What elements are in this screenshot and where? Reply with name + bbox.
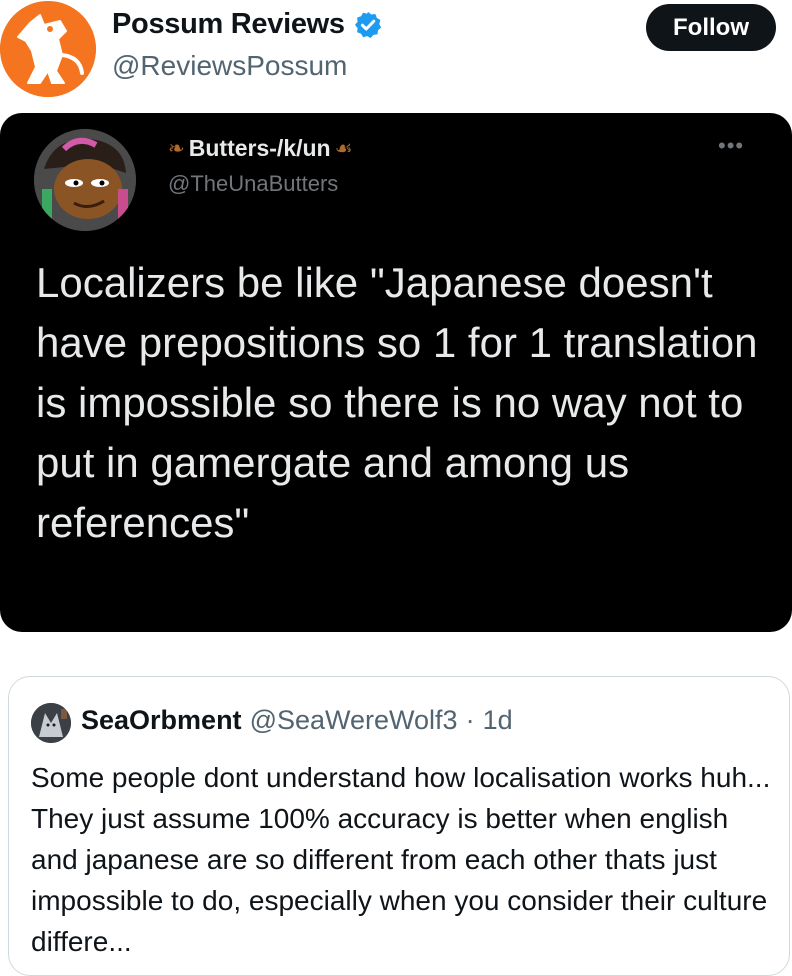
wolf-avatar-icon — [31, 703, 71, 743]
follow-button[interactable]: Follow — [646, 4, 776, 51]
attached-image[interactable]: ❧ Butters-/k/un ☙ @TheUnaButters ••• Loc… — [0, 113, 792, 632]
quote-timestamp[interactable]: 1d — [483, 705, 513, 736]
scorpion-emoji-icon: ❧ — [168, 138, 185, 160]
possum-logo-icon — [0, 1, 96, 97]
quote-separator: · — [465, 705, 475, 735]
avatar[interactable] — [0, 1, 96, 97]
display-name[interactable]: Possum Reviews — [112, 8, 383, 41]
quote-text: Some people dont understand how localisa… — [31, 762, 771, 957]
more-icon: ••• — [718, 133, 745, 158]
cartoon-avatar-icon — [34, 129, 136, 231]
verified-badge-icon — [354, 11, 381, 38]
quote-header: SeaOrbment @SeaWereWolf3 · 1d — [81, 705, 513, 736]
quoted-tweet[interactable]: SeaOrbment @SeaWereWolf3 · 1d Some peopl… — [8, 676, 790, 976]
handle[interactable]: @ReviewsPossum — [112, 50, 347, 82]
scorpion-emoji-icon: ☙ — [334, 138, 353, 160]
quote-author-handle[interactable]: @SeaWereWolf3 — [250, 705, 458, 736]
quote-avatar[interactable] — [31, 703, 71, 743]
post-header: Possum Reviews @ReviewsPossum Follow — [0, 0, 792, 100]
inner-tweet-text: Localizers be like "Japanese doesn't hav… — [36, 259, 758, 546]
inner-author-name: ❧ Butters-/k/un ☙ — [168, 135, 353, 161]
inner-avatar — [34, 129, 136, 231]
quote-author-name[interactable]: SeaOrbment — [81, 705, 242, 736]
inner-author-handle: @TheUnaButters — [168, 171, 339, 196]
